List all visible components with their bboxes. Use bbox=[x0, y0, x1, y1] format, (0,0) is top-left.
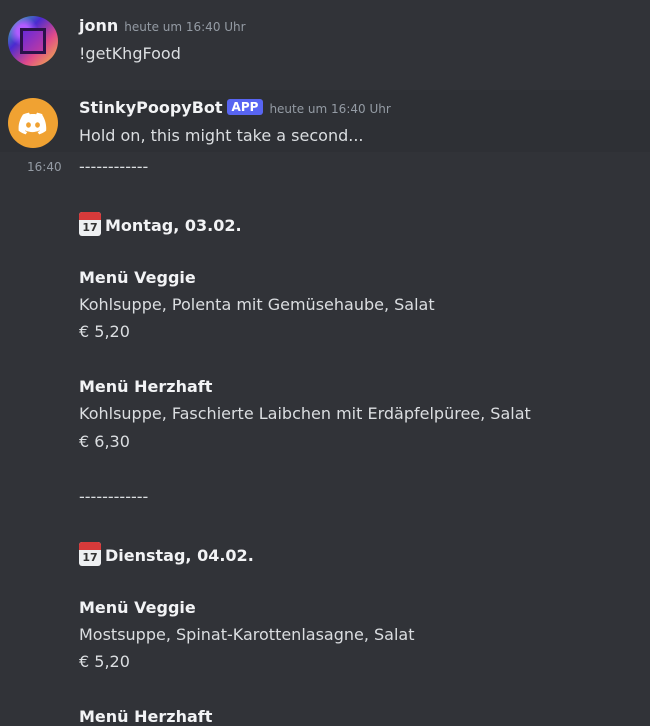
menu-price: € 5,20 bbox=[79, 652, 130, 671]
app-badge: APP bbox=[226, 99, 264, 115]
day-heading: 17 Dienstag, 04.02. bbox=[79, 542, 254, 566]
menu-description: Mostsuppe, Spinat-Karottenlasagne, Salat bbox=[79, 625, 415, 644]
day-heading: 17 Montag, 03.02. bbox=[79, 212, 242, 236]
avatar-bot[interactable] bbox=[8, 98, 58, 148]
separator: ------------ bbox=[79, 487, 149, 506]
menu-title: Menü Herzhaft bbox=[79, 707, 213, 726]
calendar-icon: 17 bbox=[79, 542, 101, 566]
menu-description: Kohlsuppe, Faschierte Laibchen mit Erdäp… bbox=[79, 404, 531, 423]
menu-title: Menü Veggie bbox=[79, 268, 196, 287]
avatar-jonn[interactable] bbox=[8, 16, 58, 66]
day-title: Dienstag, 04.02. bbox=[105, 546, 254, 565]
menu-description: Kohlsuppe, Polenta mit Gemüsehaube, Sala… bbox=[79, 295, 435, 314]
author-name[interactable]: StinkyPoopyBot bbox=[79, 98, 223, 117]
menu-title: Menü Herzhaft bbox=[79, 377, 213, 396]
message-timestamp: heute um 16:40 Uhr bbox=[269, 102, 391, 116]
menu-title: Menü Veggie bbox=[79, 598, 196, 617]
side-timestamp: 16:40 bbox=[27, 160, 62, 174]
separator: ------------ bbox=[79, 157, 149, 176]
menu-price: € 6,30 bbox=[79, 432, 130, 451]
message-header: StinkyPoopyBot APP heute um 16:40 Uhr bbox=[79, 98, 391, 117]
menu-price: € 5,20 bbox=[79, 322, 130, 341]
day-title: Montag, 03.02. bbox=[105, 216, 242, 235]
message-text: !getKhgFood bbox=[79, 44, 181, 63]
message-timestamp: heute um 16:40 Uhr bbox=[124, 20, 246, 34]
message-header: jonn heute um 16:40 Uhr bbox=[79, 16, 246, 35]
message-text: Hold on, this might take a second... bbox=[79, 126, 364, 145]
calendar-icon: 17 bbox=[79, 212, 101, 236]
author-name[interactable]: jonn bbox=[79, 16, 118, 35]
discord-logo-icon bbox=[18, 112, 47, 135]
